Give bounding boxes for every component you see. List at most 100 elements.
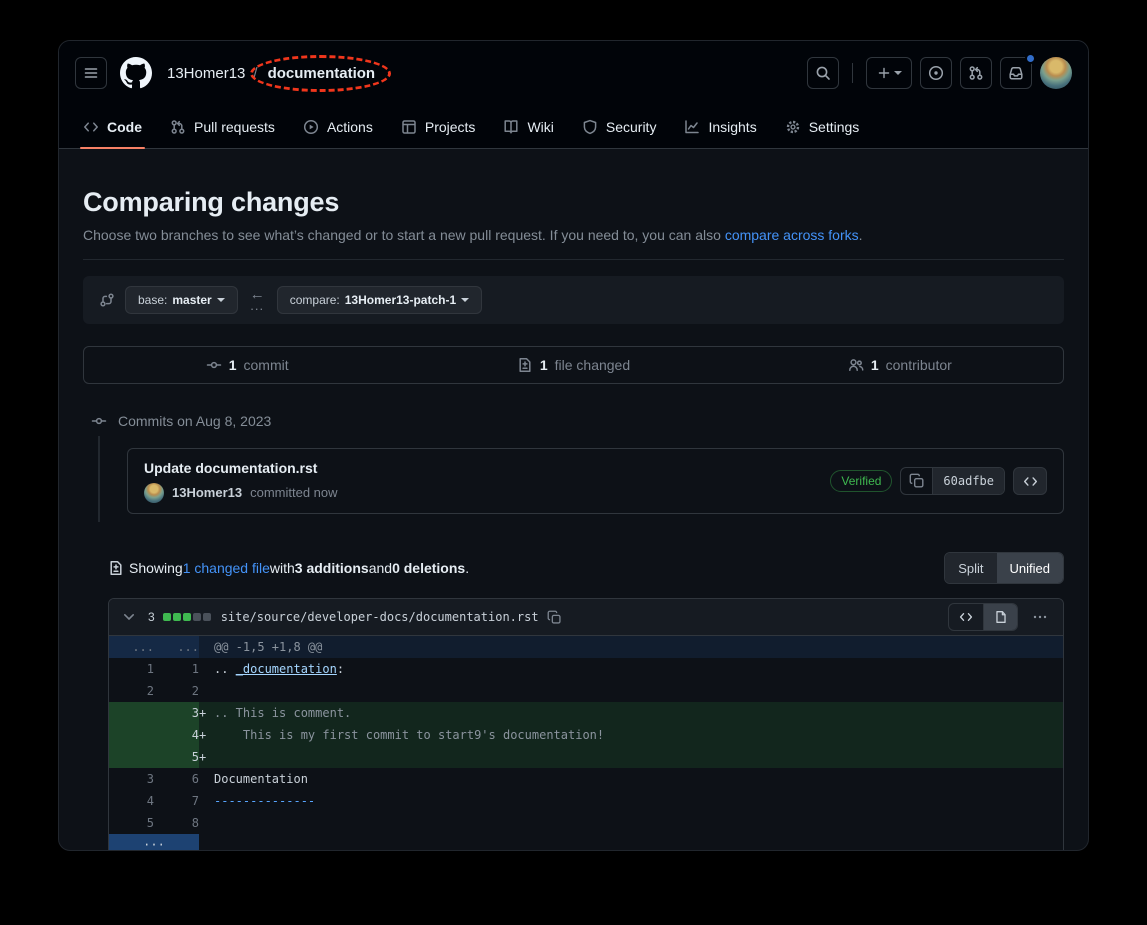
line-number-new[interactable]: ... (154, 636, 199, 658)
line-number-new[interactable]: 6 (154, 768, 199, 790)
diff-block-added (163, 613, 171, 621)
commit-meta: committed now (250, 483, 337, 503)
line-number-old[interactable] (109, 724, 154, 746)
base-branch-dropdown[interactable]: base: master (125, 286, 238, 314)
diff-row-context: 58 (109, 812, 1063, 834)
diff-table-body: ......@@ -1,5 +1,8 @@11.. _documentation… (109, 636, 1063, 851)
files-changed-section: Showing 1 changed file with 3 additions … (108, 550, 1064, 851)
tab-insights[interactable]: Insights (673, 105, 767, 148)
line-number-old[interactable]: 5 (109, 812, 154, 834)
tab-code[interactable]: Code (72, 105, 153, 148)
file-icon (994, 610, 1008, 624)
hamburger-menu-button[interactable] (75, 57, 107, 89)
app-window: 13Homer13 / documentation (58, 40, 1089, 851)
hamburger-icon (83, 65, 99, 81)
tab-pull-requests[interactable]: Pull requests (159, 105, 286, 148)
tab-label: Actions (327, 119, 373, 135)
notification-dot (1025, 53, 1036, 64)
topbar-divider (852, 63, 853, 83)
line-number-old[interactable] (109, 702, 154, 724)
commit-author-name[interactable]: 13Homer13 (172, 483, 242, 503)
stat-commits[interactable]: 1 commit (84, 357, 410, 373)
commit-sha-link[interactable]: 60adfbe (933, 468, 1004, 494)
code-token: .. This is comment. (214, 706, 351, 720)
stat-files-changed[interactable]: 1 file changed (410, 357, 736, 373)
diff-sign: + (199, 746, 214, 768)
search-button[interactable] (807, 57, 839, 89)
view-rendered-button[interactable] (983, 604, 1017, 630)
line-number-old[interactable]: ... (109, 636, 154, 658)
line-number-new[interactable]: 5 (154, 746, 199, 768)
tab-projects[interactable]: Projects (390, 105, 487, 148)
base-branch-name: master (172, 293, 211, 307)
commit-icon (91, 413, 107, 429)
line-number-old[interactable]: 1 (109, 658, 154, 680)
line-number-new[interactable]: 7 (154, 790, 199, 812)
tab-actions[interactable]: Actions (292, 105, 384, 148)
github-logo[interactable] (119, 56, 153, 90)
diff-row-add: 5+ (109, 746, 1063, 768)
code-token: : (337, 662, 344, 676)
collapse-file-button[interactable] (118, 606, 140, 628)
summary-and: and (369, 560, 392, 576)
diff-row-context: 47-------------- (109, 790, 1063, 812)
stat-label: contributor (886, 357, 952, 373)
breadcrumb-repo-link[interactable]: documentation (266, 65, 378, 82)
line-number-old[interactable] (109, 746, 154, 768)
base-label: base: (138, 293, 167, 307)
compare-direction-indicator: ← ... (250, 289, 265, 311)
tab-wiki[interactable]: Wiki (492, 105, 564, 148)
line-number-new[interactable]: 2 (154, 680, 199, 702)
file-changes-count: 3 (148, 610, 155, 624)
commit-author-avatar[interactable] (144, 483, 164, 503)
copy-sha-button[interactable] (901, 468, 933, 494)
verified-badge[interactable]: Verified (830, 470, 892, 492)
copy-path-button[interactable] (547, 610, 562, 625)
split-view-button[interactable]: Split (945, 553, 996, 583)
tab-settings[interactable]: Settings (774, 105, 871, 148)
line-number-old[interactable]: 3 (109, 768, 154, 790)
tab-label: Security (606, 119, 657, 135)
file-options-button[interactable] (1026, 603, 1054, 631)
user-avatar[interactable] (1040, 57, 1072, 89)
file-path[interactable]: site/source/developer-docs/documentation… (221, 610, 539, 624)
line-content (199, 680, 1063, 702)
line-number-new[interactable]: 4 (154, 724, 199, 746)
file-diff-icon (108, 560, 124, 576)
commit-info: Update documentation.rst 13Homer13 commi… (144, 459, 338, 503)
line-number-new[interactable]: 3 (154, 702, 199, 724)
line-content: +.. This is comment. (199, 702, 1063, 724)
branch-selection-bar: base: master ← ... compare: 13Homer13-pa… (83, 276, 1064, 324)
shield-icon (582, 119, 598, 135)
play-circle-icon (303, 119, 319, 135)
expand-diff-button[interactable]: ··· (109, 834, 199, 851)
compare-branch-dropdown[interactable]: compare: 13Homer13-patch-1 (277, 286, 482, 314)
line-number-new[interactable]: 8 (154, 812, 199, 834)
commit-title-link[interactable]: Update documentation.rst (144, 460, 317, 476)
diff-row-add: 3+.. This is comment. (109, 702, 1063, 724)
diff-table: ......@@ -1,5 +1,8 @@11.. _documentation… (109, 636, 1063, 851)
line-number-old[interactable]: 4 (109, 790, 154, 812)
line-number-old[interactable]: 2 (109, 680, 154, 702)
line-content (199, 834, 1063, 851)
graph-icon (684, 119, 700, 135)
stat-contributors[interactable]: 1 contributor (737, 357, 1063, 373)
diff-block-neutral (193, 613, 201, 621)
view-source-button[interactable] (949, 604, 983, 630)
commit-author-row: 13Homer13 committed now (144, 483, 338, 503)
tab-security[interactable]: Security (571, 105, 668, 148)
compare-across-forks-link[interactable]: compare across forks (725, 227, 859, 243)
caret-down-icon (217, 298, 225, 306)
code-token: Documentation (214, 772, 308, 786)
line-number-new[interactable]: 1 (154, 658, 199, 680)
breadcrumb-owner-link[interactable]: 13Homer13 (167, 65, 245, 82)
issues-button[interactable] (920, 57, 952, 89)
changed-files-link[interactable]: 1 changed file (183, 560, 270, 576)
pull-requests-button[interactable] (960, 57, 992, 89)
unified-view-button[interactable]: Unified (997, 553, 1063, 583)
browse-files-button[interactable] (1013, 467, 1047, 495)
create-new-button[interactable] (866, 57, 912, 89)
stat-label: commit (244, 357, 289, 373)
plus-icon (877, 66, 891, 80)
file-diff-card: 3 site/source/developer-docs/documentati… (108, 598, 1064, 851)
